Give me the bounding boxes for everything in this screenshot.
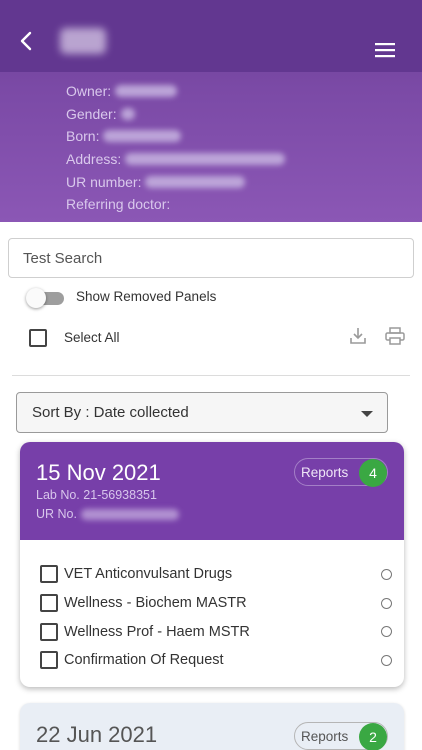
reports-label: Reports xyxy=(301,464,349,480)
panel-row[interactable]: Wellness Prof - Haem MSTR xyxy=(40,617,392,646)
collected-date: 15 Nov 2021 xyxy=(36,460,161,485)
panel-status-radio[interactable] xyxy=(381,569,392,580)
owner-label: Owner: xyxy=(66,83,112,100)
divider xyxy=(12,375,410,376)
download-icon[interactable] xyxy=(348,326,368,346)
panel-name: Confirmation Of Request xyxy=(64,652,224,669)
panel-status-radio[interactable] xyxy=(381,655,392,667)
reports-button[interactable]: Reports 2 xyxy=(294,722,388,750)
owner-value-redacted xyxy=(115,85,178,98)
reports-count-badge: 4 xyxy=(359,459,387,487)
result-card[interactable]: 15 Nov 2021 Lab No. 21-56938351 UR No. R… xyxy=(20,442,404,687)
chevron-left-icon[interactable] xyxy=(14,26,40,56)
result-card-header: 15 Nov 2021 Lab No. 21-56938351 UR No. R… xyxy=(20,442,404,540)
ur-number-value-redacted xyxy=(80,508,179,520)
ur-number-value-redacted xyxy=(145,175,246,188)
reports-button[interactable]: Reports 4 xyxy=(294,458,388,487)
referring-doctor-label: Referring doctor: xyxy=(66,196,171,213)
panel-list: VET Anticonvulsant Drugs Wellness - Bioc… xyxy=(40,560,392,675)
hamburger-menu-icon[interactable] xyxy=(372,40,398,60)
panel-row[interactable]: Wellness - Biochem MASTR xyxy=(40,589,392,618)
panel-row[interactable]: Confirmation Of Request xyxy=(40,646,392,675)
panel-checkbox[interactable] xyxy=(40,594,58,613)
lab-number: Lab No. 21-56938351 xyxy=(36,488,157,502)
panel-name: Wellness Prof - Haem MSTR xyxy=(64,623,250,640)
patient-header: Owner: Gender: Born: Address: UR number:… xyxy=(0,0,422,222)
born-row: Born: xyxy=(66,125,285,148)
address-row: Address: xyxy=(66,148,286,171)
address-label: Address: xyxy=(66,151,122,168)
patient-name-redacted xyxy=(60,28,106,54)
owner-row: Owner: xyxy=(66,80,285,103)
select-all-label: Select All xyxy=(64,330,120,345)
collected-date: 22 Jun 2021 xyxy=(36,722,158,747)
patient-info: Owner: Gender: Born: Address: UR number:… xyxy=(66,80,286,216)
show-removed-panels-label: Show Removed Panels xyxy=(76,289,217,304)
top-bar xyxy=(0,0,422,72)
born-value-redacted xyxy=(103,130,182,143)
born-label: Born: xyxy=(66,128,100,145)
panel-checkbox[interactable] xyxy=(40,622,58,641)
ur-number-row: UR number: xyxy=(66,170,285,193)
sort-label: Sort By : Date collected xyxy=(32,404,189,421)
result-card[interactable]: 22 Jun 2021 Reports 2 xyxy=(20,703,404,750)
referring-doctor-row: Referring doctor: xyxy=(66,193,285,216)
show-removed-panels-toggle[interactable] xyxy=(26,288,64,308)
panel-status-radio[interactable] xyxy=(381,597,392,609)
ur-number: UR No. xyxy=(36,507,179,521)
panel-name: VET Anticonvulsant Drugs xyxy=(64,566,233,583)
test-search-input[interactable]: Test Search xyxy=(8,238,414,278)
panel-name: Wellness - Biochem MASTR xyxy=(64,595,247,612)
print-icon[interactable] xyxy=(384,326,406,346)
ur-number-label: UR No. xyxy=(36,507,77,521)
gender-value-redacted xyxy=(120,107,135,120)
gender-row: Gender: xyxy=(66,103,285,126)
panel-row[interactable]: VET Anticonvulsant Drugs xyxy=(40,560,392,589)
panel-checkbox[interactable] xyxy=(40,651,58,670)
panel-status-radio[interactable] xyxy=(381,626,392,638)
test-search-placeholder: Test Search xyxy=(23,249,103,267)
reports-label: Reports xyxy=(301,728,349,744)
reports-count-badge: 2 xyxy=(359,723,387,750)
ur-number-label: UR number: xyxy=(66,173,142,190)
panel-checkbox[interactable] xyxy=(40,565,58,584)
gender-label: Gender: xyxy=(66,105,117,122)
sort-dropdown[interactable]: Sort By : Date collected xyxy=(16,392,388,433)
caret-down-icon xyxy=(361,411,373,417)
select-all-checkbox[interactable] xyxy=(29,329,47,347)
address-value-redacted xyxy=(125,153,286,166)
toggle-knob xyxy=(26,288,46,308)
